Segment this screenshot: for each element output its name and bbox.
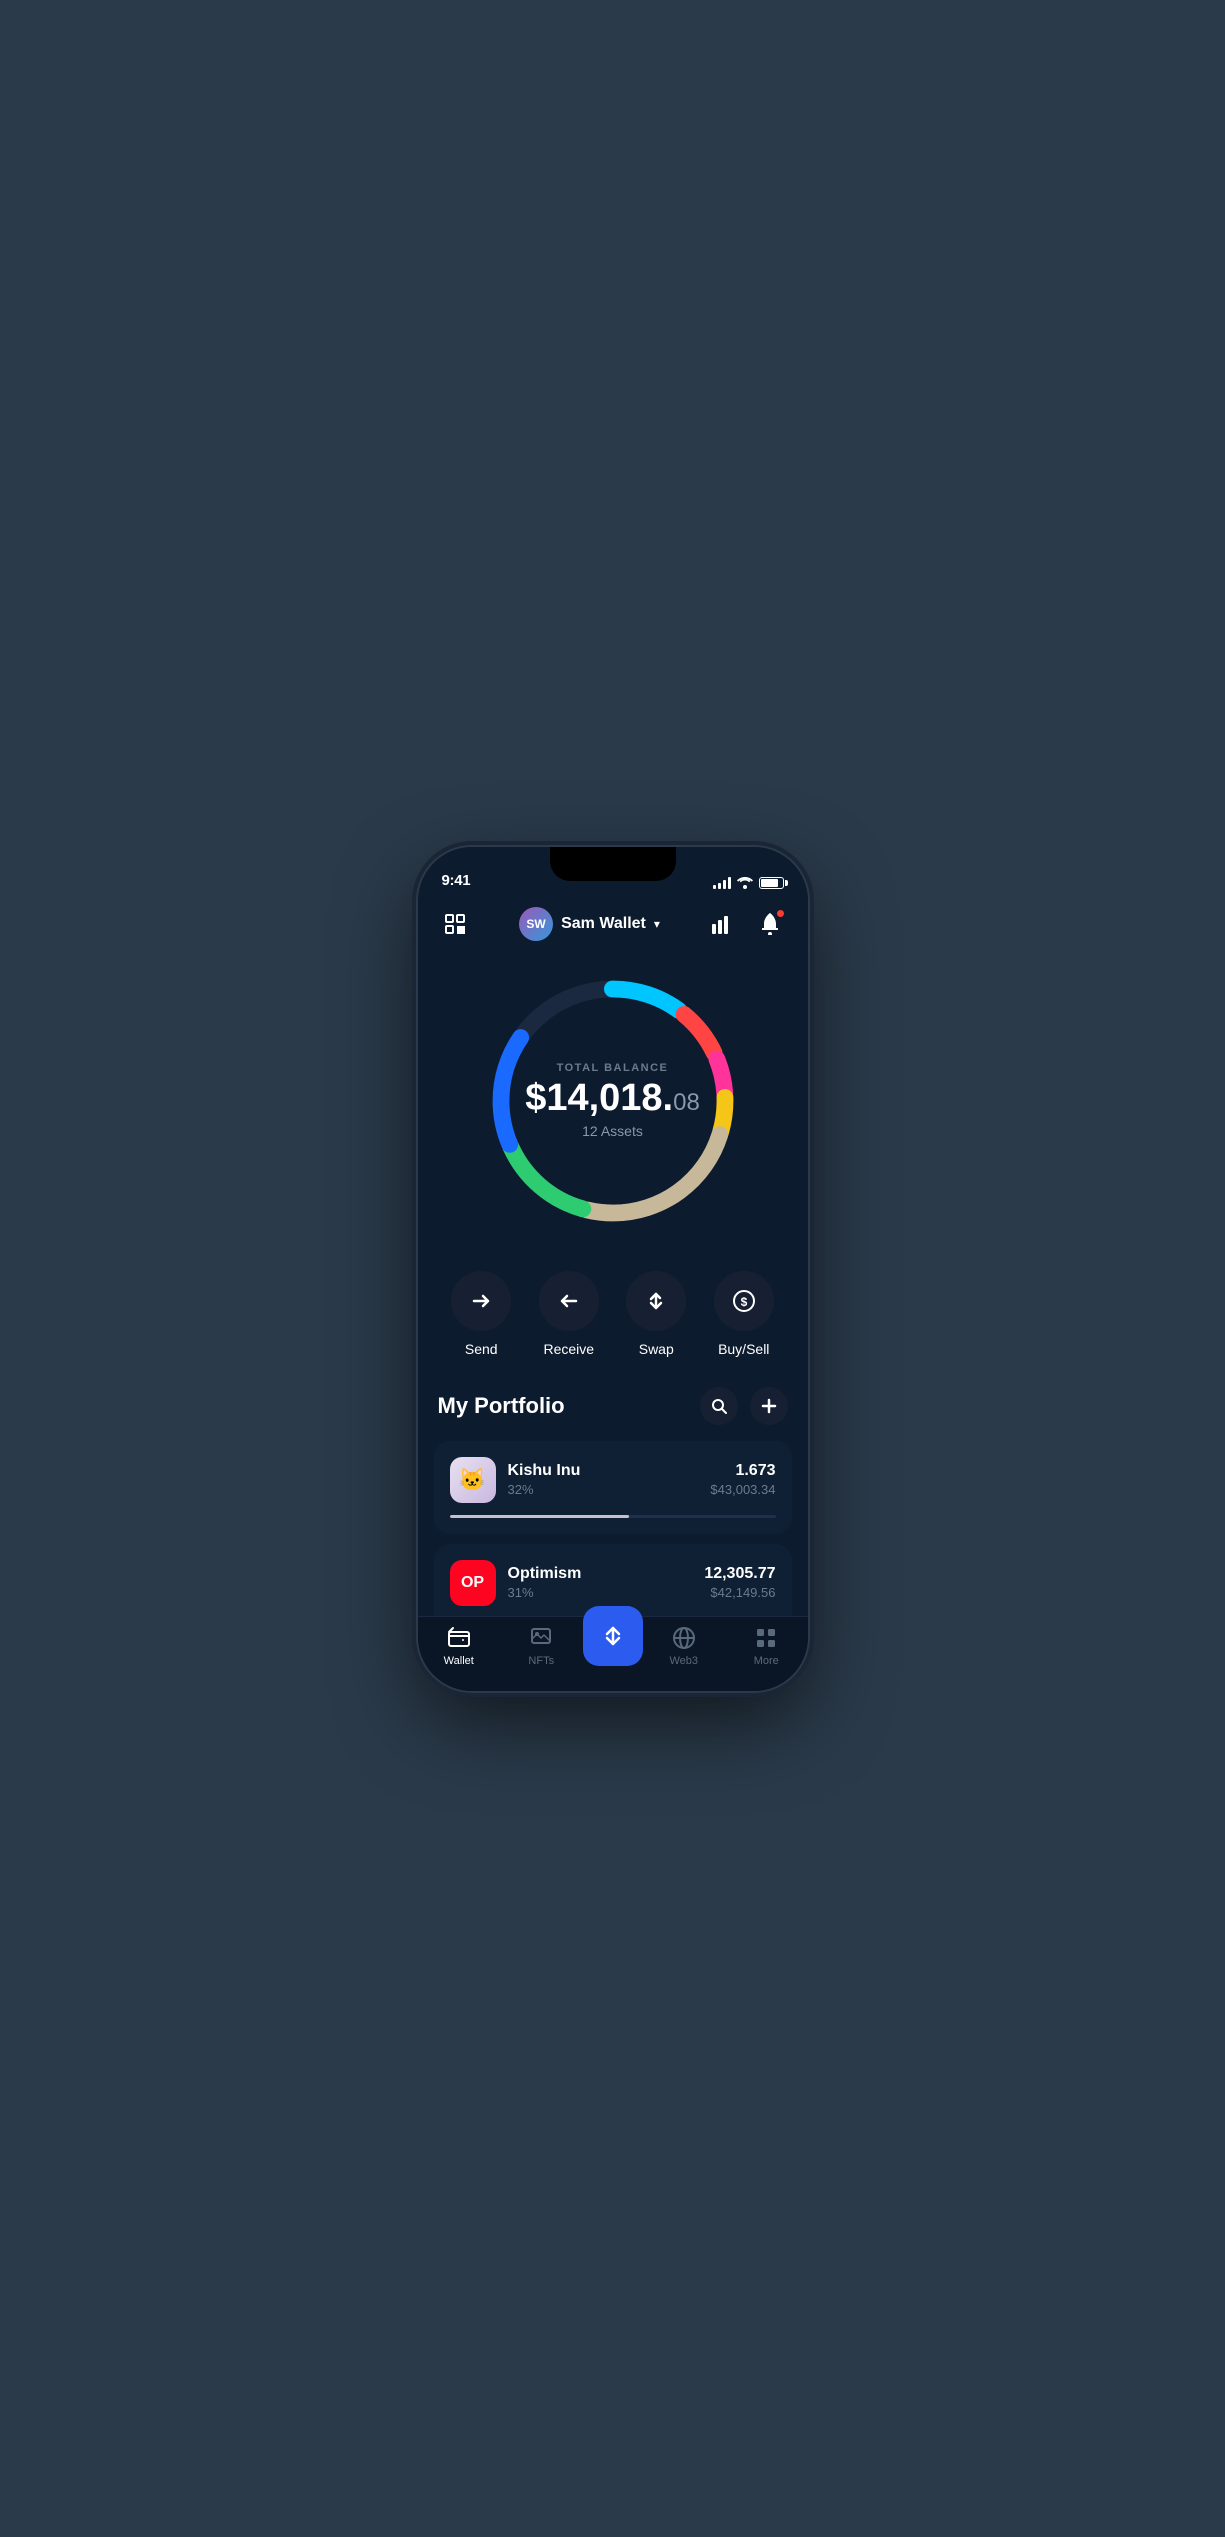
balance-whole: $14,018.	[525, 1077, 673, 1119]
portfolio-item-kishu[interactable]: 🐱 Kishu Inu 32% 1.673 $43,003.34	[434, 1441, 792, 1534]
header-right	[705, 907, 787, 941]
chevron-down-icon: ▾	[654, 917, 660, 931]
swap-button[interactable]: Swap	[626, 1271, 686, 1357]
avatar: SW	[519, 907, 553, 941]
search-portfolio-button[interactable]	[700, 1387, 738, 1425]
optimism-usd: $42,149.56	[704, 1585, 775, 1600]
web3-nav-label: Web3	[669, 1655, 698, 1667]
optimism-pct: 31%	[508, 1585, 693, 1600]
balance-cents: 08	[673, 1089, 700, 1116]
nfts-nav-icon	[528, 1625, 554, 1651]
kishu-icon: 🐱	[450, 1457, 496, 1503]
kishu-pct: 32%	[508, 1482, 699, 1497]
send-label: Send	[465, 1341, 498, 1357]
more-nav-label: More	[754, 1655, 779, 1667]
balance-amount: $14,018.08	[525, 1078, 700, 1120]
send-button[interactable]: Send	[451, 1271, 511, 1357]
swap-icon	[626, 1271, 686, 1331]
scan-icon[interactable]	[438, 907, 472, 941]
notch	[550, 847, 676, 881]
wallet-nav-icon	[446, 1625, 472, 1651]
kishu-progress-fill	[450, 1515, 629, 1518]
signal-bars-icon	[713, 877, 731, 889]
phone-frame: 9:41	[418, 847, 808, 1691]
nav-more[interactable]: More	[725, 1625, 808, 1667]
web3-nav-icon	[671, 1625, 697, 1651]
kishu-info: Kishu Inu 32%	[508, 1462, 699, 1497]
kishu-usd: $43,003.34	[710, 1482, 775, 1497]
add-portfolio-button[interactable]	[750, 1387, 788, 1425]
optimism-values: 12,305.77 $42,149.56	[704, 1565, 775, 1600]
kishu-amount: 1.673	[710, 1462, 775, 1480]
balance-assets: 12 Assets	[525, 1123, 700, 1139]
status-icons	[713, 877, 784, 889]
status-time: 9:41	[442, 872, 471, 889]
nav-swap-center[interactable]	[583, 1606, 643, 1666]
buysell-button[interactable]: $ Buy/Sell	[714, 1271, 774, 1357]
wifi-icon	[737, 877, 753, 889]
nav-nfts[interactable]: NFTs	[500, 1625, 583, 1667]
chart-section: TOTAL BALANCE $14,018.08 12 Assets	[418, 951, 808, 1261]
nav-wallet[interactable]: Wallet	[418, 1625, 501, 1667]
svg-text:$: $	[740, 1295, 747, 1309]
receive-icon	[539, 1271, 599, 1331]
analytics-button[interactable]	[705, 907, 739, 941]
optimism-amount: 12,305.77	[704, 1565, 775, 1583]
nav-web3[interactable]: Web3	[643, 1625, 726, 1667]
notifications-button[interactable]	[753, 907, 787, 941]
donut-chart: TOTAL BALANCE $14,018.08 12 Assets	[473, 961, 753, 1241]
buysell-icon: $	[714, 1271, 774, 1331]
kishu-progress	[450, 1515, 776, 1518]
optimism-info: Optimism 31%	[508, 1565, 693, 1600]
battery-icon	[759, 877, 784, 889]
op-icon: OP	[450, 1560, 496, 1606]
swap-label: Swap	[639, 1341, 674, 1357]
receive-label: Receive	[543, 1341, 594, 1357]
portfolio-actions	[700, 1387, 788, 1425]
kishu-header: 🐱 Kishu Inu 32% 1.673 $43,003.34	[450, 1457, 776, 1503]
wallet-selector[interactable]: SW Sam Wallet ▾	[519, 907, 660, 941]
donut-center: TOTAL BALANCE $14,018.08 12 Assets	[525, 1062, 700, 1140]
portfolio-header: My Portfolio	[434, 1387, 792, 1425]
bottom-nav: Wallet NFTs	[418, 1616, 808, 1691]
nfts-nav-label: NFTs	[528, 1655, 554, 1667]
more-nav-icon	[753, 1625, 779, 1651]
header-left	[438, 907, 474, 941]
wallet-name-label: Sam Wallet	[561, 915, 646, 933]
optimism-header: OP Optimism 31% 12,305.77 $42,149.56	[450, 1560, 776, 1606]
buysell-label: Buy/Sell	[718, 1341, 769, 1357]
action-buttons: Send Receive Swap	[418, 1261, 808, 1387]
send-icon	[451, 1271, 511, 1331]
notification-dot	[776, 909, 785, 918]
portfolio-title: My Portfolio	[438, 1393, 565, 1419]
wallet-nav-label: Wallet	[444, 1655, 474, 1667]
receive-button[interactable]: Receive	[539, 1271, 599, 1357]
kishu-values: 1.673 $43,003.34	[710, 1462, 775, 1497]
balance-label: TOTAL BALANCE	[525, 1062, 700, 1074]
optimism-name: Optimism	[508, 1565, 693, 1583]
app-content[interactable]: SW Sam Wallet ▾	[418, 847, 808, 1691]
kishu-name: Kishu Inu	[508, 1462, 699, 1480]
